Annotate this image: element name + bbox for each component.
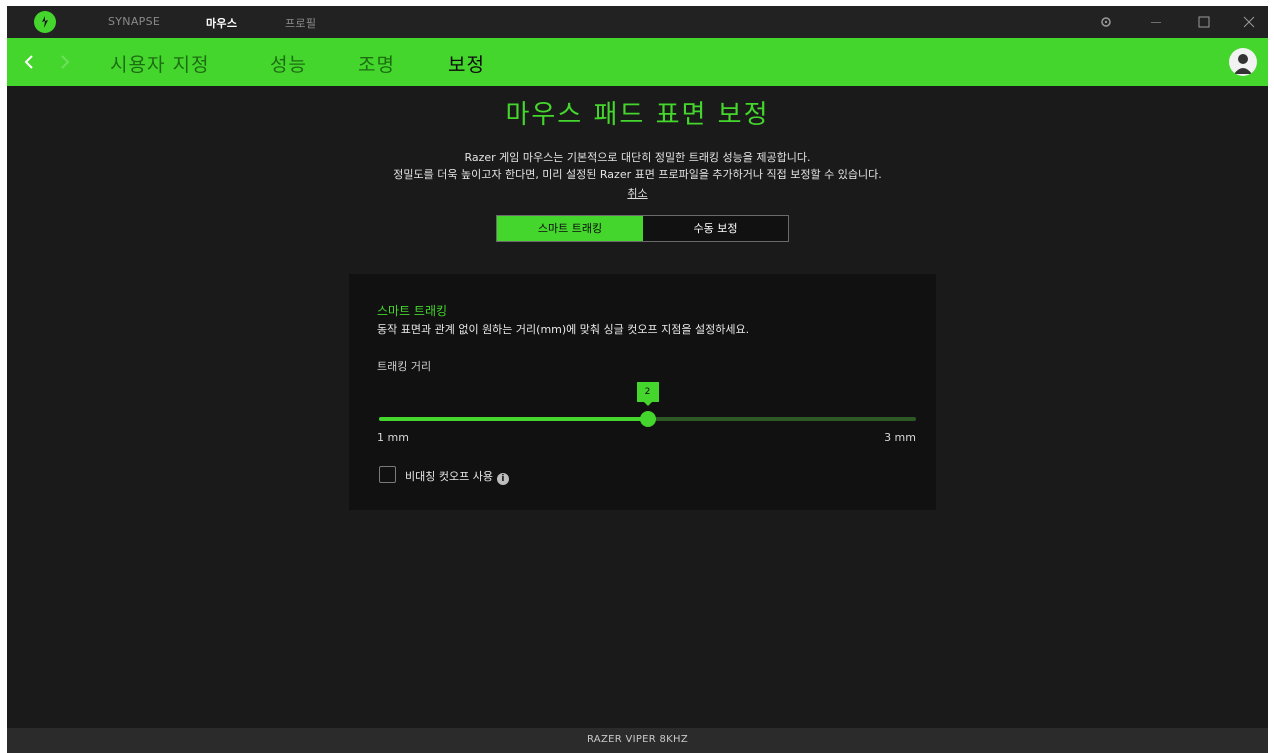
smart-tracking-panel: 스마트 트래킹 동작 표면과 관계 없이 원하는 거리(mm)에 맞춰 싱글 컷… bbox=[349, 274, 936, 510]
description-line-1: Razer 게임 마우스는 기본적으로 대단히 정밀한 트래킹 성능을 제공합니… bbox=[464, 151, 811, 164]
topnav-mouse[interactable]: 마우스 bbox=[206, 15, 237, 31]
user-avatar-icon[interactable] bbox=[1229, 48, 1257, 76]
slider-min-label: 1 mm bbox=[377, 431, 409, 444]
asymmetric-cutoff-label: 비대칭 컷오프 사용 bbox=[405, 470, 493, 483]
info-icon[interactable]: i bbox=[496, 473, 509, 485]
tracking-distance-slider[interactable]: 2 bbox=[379, 382, 916, 427]
razer-logo-icon bbox=[34, 11, 56, 33]
cancel-link-row: 취소 bbox=[7, 185, 1268, 201]
slider-value-tooltip: 2 bbox=[636, 382, 659, 406]
sub-nav-bar: 시용자 지정 성능 조명 보정 bbox=[7, 38, 1268, 86]
asymmetric-cutoff-checkbox[interactable] bbox=[379, 466, 396, 483]
close-icon[interactable] bbox=[1241, 14, 1257, 30]
minimize-icon[interactable] bbox=[1148, 14, 1164, 30]
slider-fill bbox=[379, 417, 648, 421]
gear-icon[interactable] bbox=[1098, 14, 1114, 30]
topnav-synapse[interactable]: SYNAPSE bbox=[108, 15, 160, 28]
description-line-2: 정밀도를 더욱 높이고자 한다면, 미리 설정된 Razer 표면 프로파일을 … bbox=[393, 168, 882, 181]
segment-manual-calibration[interactable]: 수동 보정 bbox=[643, 216, 788, 241]
topnav-profile[interactable]: 프로필 bbox=[285, 15, 316, 31]
synapse-window: SYNAPSE 마우스 프로필 시용자 지정 성능 조명 보정 마우스 패드 표… bbox=[7, 6, 1268, 753]
tab-calibration[interactable]: 보정 bbox=[448, 50, 485, 77]
cancel-link[interactable]: 취소 bbox=[627, 187, 647, 200]
slider-max-label: 3 mm bbox=[884, 431, 916, 444]
footer-bar: RAZER VIPER 8KHZ bbox=[7, 728, 1268, 753]
page-title: 마우스 패드 표면 보정 bbox=[505, 100, 770, 130]
tracking-distance-label: 트래킹 거리 bbox=[377, 360, 432, 373]
panel-description: 동작 표면과 관계 없이 원하는 거리(mm)에 맞춰 싱글 컷오프 지점을 설… bbox=[377, 323, 750, 336]
title-bar: SYNAPSE 마우스 프로필 bbox=[7, 6, 1268, 38]
mode-segmented-control: 스마트 트래킹 수동 보정 bbox=[496, 215, 789, 242]
asymmetric-cutoff-label-row: 비대칭 컷오프 사용 i bbox=[405, 468, 509, 485]
device-name: RAZER VIPER 8KHZ bbox=[586, 734, 689, 745]
tab-performance[interactable]: 성능 bbox=[270, 50, 307, 77]
panel-heading: 스마트 트래킹 bbox=[377, 304, 448, 318]
slider-thumb[interactable] bbox=[639, 411, 656, 427]
back-arrow-icon[interactable] bbox=[22, 51, 36, 73]
maximize-icon[interactable] bbox=[1196, 14, 1212, 30]
forward-arrow-icon[interactable] bbox=[58, 51, 72, 73]
tab-customize[interactable]: 시용자 지정 bbox=[110, 50, 209, 77]
tab-lighting[interactable]: 조명 bbox=[358, 50, 395, 77]
segment-smart-tracking[interactable]: 스마트 트래킹 bbox=[497, 216, 643, 241]
